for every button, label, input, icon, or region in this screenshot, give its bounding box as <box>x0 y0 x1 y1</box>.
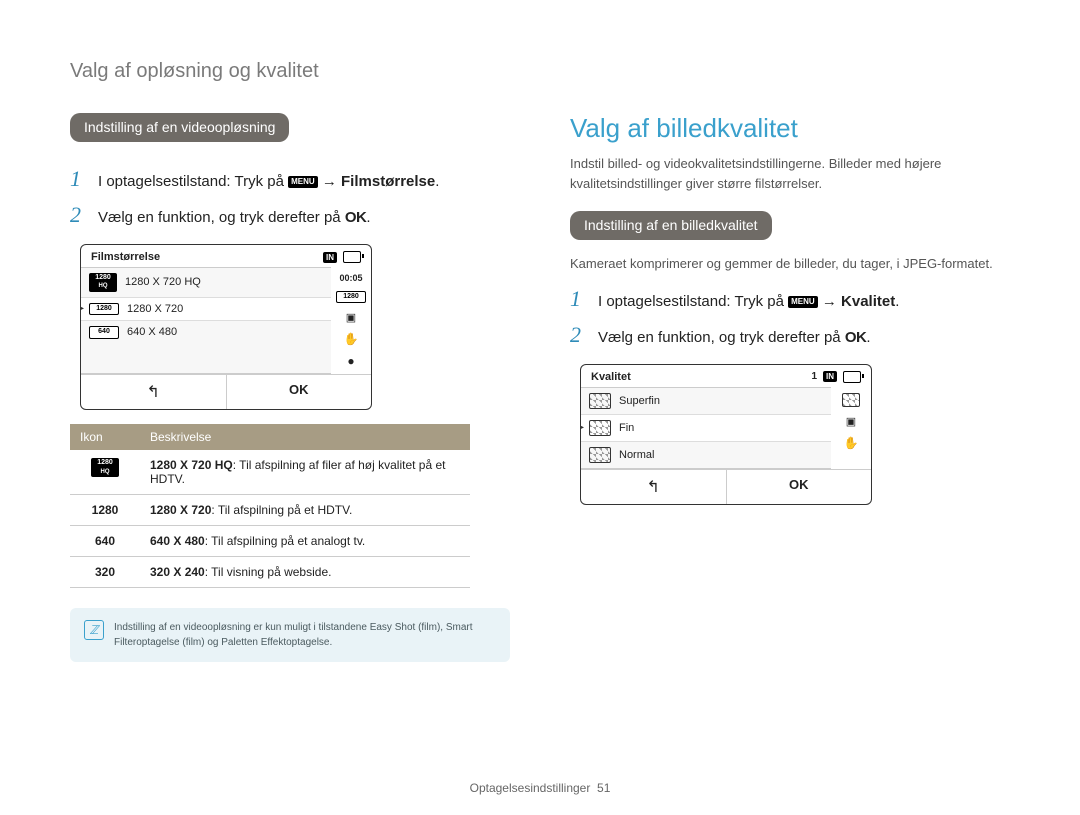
sub-text: Kameraet komprimerer og gemmer de billed… <box>570 254 1010 274</box>
section-pill-image-quality: Indstilling af en billedkvalitet <box>570 211 772 240</box>
ok-icon: OK <box>845 329 867 346</box>
lcd-title: Kvalitet <box>591 371 631 383</box>
icon-description-table: Ikon Beskrivelse 1280HQ 1280 X 720 HQ: T… <box>70 424 470 588</box>
res-tag-1280hq-icon: 1280HQ <box>89 273 117 292</box>
page-footer: Optagelsesindstillinger 51 <box>0 781 1080 795</box>
res-1280hq-icon: 1280HQ <box>91 458 119 477</box>
eis-icon: ▣ <box>846 415 856 428</box>
note-box: ℤ Indstilling af en videoopløsning er ku… <box>70 608 510 662</box>
ok-icon: OK <box>345 209 367 226</box>
step-1: I optagelsestilstand: Tryk på MENU → Fil… <box>70 166 510 192</box>
lcd-list: 1280HQ 1280 X 720 HQ 1280 1280 X 720 640… <box>81 267 331 374</box>
right-column: Valg af billedkvalitet Indstil billed- o… <box>570 113 1010 662</box>
table-row: 640 640 X 480: Til afspilning på et anal… <box>70 526 470 557</box>
quality-fine-icon <box>589 420 611 436</box>
quality-normal-icon <box>589 447 611 463</box>
lcd-filmsize: Filmstørrelse IN 1280HQ 1280 X 720 HQ 12… <box>80 244 372 410</box>
section-pill-video-res: Indstilling af en videoopløsning <box>70 113 289 142</box>
two-column-layout: Indstilling af en videoopløsning I optag… <box>70 113 1010 662</box>
step-2: Vælg en funktion, og tryk derefter på OK… <box>70 202 510 228</box>
menu-icon: MENU <box>288 176 318 188</box>
lcd-title: Filmstørrelse <box>91 251 160 263</box>
res-tag-1280-icon: 1280 <box>89 303 119 315</box>
side-tag-icon: 1280 <box>336 291 366 303</box>
list-item: 640 640 X 480 <box>81 321 331 343</box>
eis-icon: ▣ <box>346 311 356 324</box>
hand-icon: ✋ <box>844 436 859 450</box>
lcd-bottom-bar: ↰ OK <box>581 469 871 504</box>
side-quality-icon <box>842 393 860 407</box>
col-beskrivelse: Beskrivelse <box>140 424 470 450</box>
intro-text: Indstil billed- og videokvalitetsindstil… <box>570 154 1010 193</box>
ok-button[interactable]: OK <box>227 375 372 409</box>
mic-icon: ● <box>347 354 354 368</box>
list-item: 1280HQ 1280 X 720 HQ <box>81 268 331 298</box>
lcd-quality: Kvalitet 1 IN Superfin <box>580 364 872 505</box>
lcd-side-icons: ▣ ✋ <box>831 387 871 469</box>
ok-button[interactable]: OK <box>727 470 872 504</box>
res-tag-640-icon: 640 <box>89 326 119 338</box>
section-title: Valg af billedkvalitet <box>570 113 1010 144</box>
table-row: 1280 1280 X 720: Til afspilning på et HD… <box>70 495 470 526</box>
quality-superfine-icon <box>589 393 611 409</box>
battery-icon <box>343 251 361 263</box>
table-row: 1280HQ 1280 X 720 HQ: Til afspilning af … <box>70 450 470 495</box>
breadcrumb: Valg af opløsning og kvalitet <box>70 60 1010 83</box>
note-icon: ℤ <box>84 620 104 640</box>
left-column: Indstilling af en videoopløsning I optag… <box>70 113 510 662</box>
step-1: I optagelsestilstand: Tryk på MENU → Kva… <box>570 286 1010 312</box>
battery-icon <box>843 371 861 383</box>
list-item-selected: 1280 1280 X 720 <box>81 298 331 321</box>
lcd-list: Superfin Fin Normal <box>581 387 831 469</box>
lcd-side-icons: 00:05 1280 ▣ ✋ ● <box>331 267 371 374</box>
steps-quality: I optagelsestilstand: Tryk på MENU → Kva… <box>570 286 1010 348</box>
menu-icon: MENU <box>788 296 818 308</box>
col-ikon: Ikon <box>70 424 140 450</box>
back-button[interactable]: ↰ <box>81 375 227 409</box>
step-2: Vælg en funktion, og tryk derefter på OK… <box>570 322 1010 348</box>
list-item: Superfin <box>581 388 831 415</box>
steps-video: I optagelsestilstand: Tryk på MENU → Fil… <box>70 166 510 228</box>
list-item: Normal <box>581 442 831 468</box>
back-button[interactable]: ↰ <box>581 470 727 504</box>
in-icon: IN <box>823 371 837 382</box>
manual-page: Valg af opløsning og kvalitet Indstillin… <box>0 0 1080 815</box>
in-icon: IN <box>323 252 337 263</box>
table-row: 320 320 X 240: Til visning på webside. <box>70 557 470 588</box>
list-item-selected: Fin <box>581 415 831 442</box>
lcd-bottom-bar: ↰ OK <box>81 374 371 409</box>
hand-icon: ✋ <box>344 332 359 346</box>
